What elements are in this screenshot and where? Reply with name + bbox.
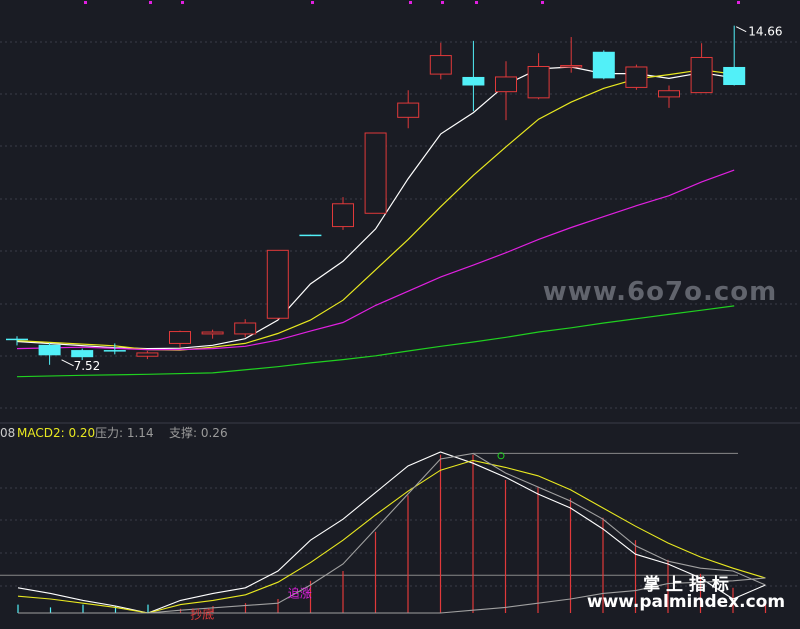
candle-up-body [495,76,517,93]
watermark-middle: www.6o7o.com [543,277,777,307]
candle-down-body [103,350,126,352]
top-marker-dot [737,1,740,4]
candle-down-body [592,51,615,79]
candle-up-body [690,56,713,94]
support-legend: 支撑: 0.26 [169,425,228,440]
candle-up-body [625,66,648,88]
top-marker-dot [541,1,544,4]
candle-up-body [136,352,159,357]
candle-down-body [38,344,61,356]
top-marker-dot [181,1,184,4]
stock-chart: 14.66 7.52 08 MACD2: 0.20 压力: 1.14 支撑: 0.… [0,0,800,625]
candle-up-body [234,322,257,335]
macd-signal-label: 追涨 [288,586,312,601]
candle-up-body [397,102,420,118]
macd-legend-prefix: 08 [0,426,15,440]
top-marker-dot [311,1,314,4]
candle-down-body [462,76,485,86]
candle-up-body [266,249,289,319]
macd-signal-label: 抄底 [190,607,214,622]
chart-stage: 14.66 7.52 08 MACD2: 0.20 压力: 1.14 支撑: 0.… [0,0,800,625]
candle-up-body [560,65,583,68]
candle-down-body [71,350,94,358]
candle-up-body [169,331,191,344]
candle-up-body [527,66,550,99]
candle-up-body [429,55,452,75]
candle-down-body [723,66,746,86]
low-price-label: 7.52 [74,359,101,373]
macd2-legend: MACD2: 0.20 [17,426,95,440]
top-marker-dot [149,1,152,4]
candle-up-body [332,203,354,228]
top-marker-dot [475,1,478,4]
candle-down-body [299,234,322,237]
candle-down-body [6,338,28,341]
candle-up-body [364,132,387,214]
candle-up-body [658,90,680,98]
high-price-label: 14.66 [748,25,782,39]
watermark-url: www.palmindex.com [587,592,785,612]
top-marker-dot [84,1,87,4]
top-marker-dot [409,1,412,4]
top-marker-dot [441,1,444,4]
pressure-legend: 压力: 1.14 [95,426,154,440]
candle-up-body [201,331,224,335]
